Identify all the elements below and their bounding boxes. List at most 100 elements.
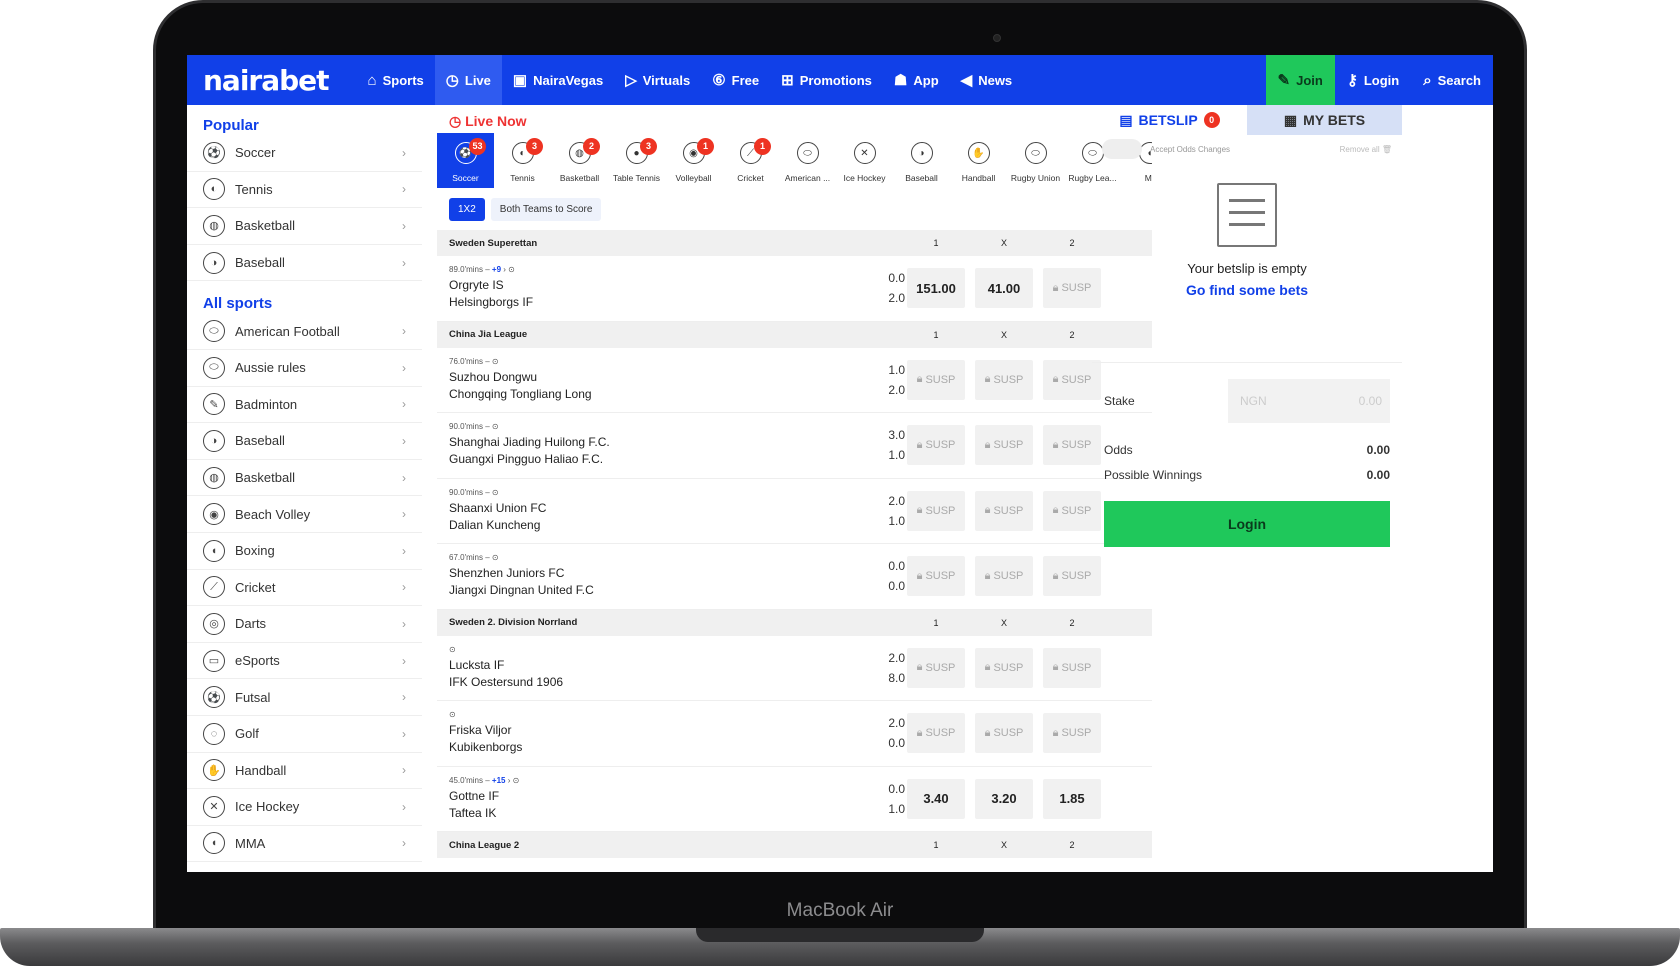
handicap-line: 0.0 bbox=[888, 579, 905, 593]
tab-betslip[interactable]: ▤ BETSLIP 0 bbox=[1092, 105, 1247, 135]
sidebar-item-futsal[interactable]: ⚽ Futsal › bbox=[187, 679, 422, 716]
match-info[interactable]: 90.0'mins – ⊙ Shaanxi Union FC Dalian Kunc… bbox=[437, 488, 887, 534]
handicap-values: 2.0 1.0 bbox=[883, 491, 905, 531]
live-sport-tab[interactable]: ⚽ Soccer 53 bbox=[437, 133, 494, 188]
odds-button: 🔒︎ SUSP bbox=[975, 425, 1033, 465]
sidebar-item-mma[interactable]: ◖ MMA › bbox=[187, 826, 422, 863]
sidebar-item-badminton[interactable]: ✎ Badminton › bbox=[187, 387, 422, 424]
sidebar-item-label: Golf bbox=[235, 726, 259, 742]
winnings-label: Possible Winnings bbox=[1104, 467, 1203, 482]
remove-all-button[interactable]: Remove all 🗑 bbox=[1340, 145, 1392, 154]
sidebar-item-label: eSports bbox=[235, 653, 280, 669]
live-sport-label: Ice Hockey bbox=[843, 173, 886, 183]
match-info[interactable]: 45.0'mins – +15 › ⊙ Gottne IF Taftea IK bbox=[437, 776, 887, 822]
nairabet-logo[interactable]: nairabet bbox=[187, 64, 357, 97]
nav-icon: ◀ bbox=[960, 72, 973, 89]
nav-promotions[interactable]: ⊞ Promotions bbox=[770, 55, 883, 105]
sidebar-item-american-football[interactable]: ⬭ American Football › bbox=[187, 313, 422, 350]
sidebar-item-baseball[interactable]: ◑ Baseball › bbox=[187, 423, 422, 460]
sidebar-item-tennis[interactable]: ◐ Tennis › bbox=[187, 172, 422, 209]
search-button[interactable]: ⌕ Search bbox=[1411, 55, 1493, 105]
betslip-login-button[interactable]: Login bbox=[1104, 501, 1390, 547]
stake-input[interactable]: NGN 0.00 bbox=[1228, 379, 1390, 423]
odds-button[interactable]: 41.00 bbox=[975, 268, 1033, 308]
live-sport-tab[interactable]: ⟋ Cricket 1 bbox=[722, 133, 779, 188]
odds-button[interactable]: 3.40 bbox=[907, 778, 965, 819]
sidebar-item-beach-volley[interactable]: ◉ Beach Volley › bbox=[187, 496, 422, 533]
match-info[interactable]: 90.0'mins – ⊙ Shanghai Jiading Huilong F.… bbox=[437, 422, 887, 468]
live-sport-tab[interactable]: ◉ Volleyball 1 bbox=[665, 133, 722, 188]
nav-live[interactable]: ◷ Live bbox=[434, 55, 502, 105]
live-sport-tab[interactable]: ✋ Handball bbox=[950, 133, 1007, 188]
nav-sports[interactable]: ⌂ Sports bbox=[357, 55, 435, 105]
sidebar-item-label: Baseball bbox=[235, 255, 285, 271]
sidebar-item-label: Tennis bbox=[235, 181, 273, 197]
market-tab[interactable]: Both Teams to Score bbox=[490, 197, 602, 221]
sidebar-item-handball[interactable]: ✋ Handball › bbox=[187, 753, 422, 790]
nav-news[interactable]: ◀ News bbox=[950, 55, 1024, 105]
sidebar-item-aussie-rules[interactable]: ⬭ Aussie rules › bbox=[187, 350, 422, 387]
match-info[interactable]: 89.0'mins – +9 › ⊙ Orgryte IS Helsingborgs… bbox=[437, 265, 887, 311]
nav-label: NairaVegas bbox=[533, 72, 604, 88]
market-tab[interactable]: 1X2 bbox=[449, 197, 485, 221]
handicap-line: 1.0 bbox=[888, 448, 905, 462]
login-nav-button[interactable]: ⚷ Login bbox=[1335, 55, 1411, 105]
live-sport-tab[interactable]: ◑ Baseball bbox=[893, 133, 950, 188]
live-sport-label: Handball bbox=[961, 173, 996, 183]
more-markets-link[interactable]: +15 bbox=[492, 776, 506, 785]
sidebar-item-boxing[interactable]: ◖ Boxing › bbox=[187, 533, 422, 570]
sport-icon: ✕ bbox=[853, 142, 876, 164]
betslip-empty-text: Your betslip is empty bbox=[1187, 261, 1307, 276]
find-bets-link[interactable]: Go find some bets bbox=[1092, 282, 1402, 298]
sidebar-item-cricket[interactable]: ⟋ Cricket › bbox=[187, 570, 422, 607]
odds-button[interactable]: 151.00 bbox=[907, 268, 965, 308]
match-minute: 90.0'mins bbox=[449, 422, 483, 432]
odds-button: 🔒︎ SUSP bbox=[975, 556, 1033, 596]
live-sport-tab[interactable]: ◐ Tennis 3 bbox=[494, 133, 551, 188]
susp-label: SUSP bbox=[993, 727, 1024, 739]
chevron-right-icon: › bbox=[402, 653, 406, 668]
live-count-badge: 1 bbox=[697, 138, 714, 155]
susp-label: SUSP bbox=[1061, 373, 1092, 386]
match-info[interactable]: 76.0'mins – ⊙ Suzhou Dongwu Chongqing Tong… bbox=[437, 357, 887, 403]
match-info[interactable]: ⊙ Lucksta IF IFK Oestersund 1906 bbox=[437, 645, 887, 691]
stats-icon: ⊙ bbox=[449, 644, 456, 654]
sidebar-item-esports[interactable]: ▭ eSports › bbox=[187, 643, 422, 680]
sidebar-item-golf[interactable]: ◌ Golf › bbox=[187, 716, 422, 753]
stats-icon: ⊙ bbox=[449, 710, 456, 720]
nav-label: Promotions bbox=[799, 72, 872, 88]
sidebar-item-label: Boxing bbox=[235, 543, 275, 559]
live-sport-tab[interactable]: ◍ Basketball 2 bbox=[551, 133, 608, 188]
live-sport-tab[interactable]: ⬭ American ... bbox=[779, 133, 836, 188]
chevron-right-icon: › bbox=[402, 507, 406, 522]
sidebar-item-baseball[interactable]: ◑ Baseball › bbox=[187, 245, 422, 282]
lock-icon: 🔒︎ bbox=[916, 438, 923, 451]
live-sport-tab[interactable]: ● Table Tennis 3 bbox=[608, 133, 665, 188]
accept-odds-toggle[interactable] bbox=[1102, 139, 1142, 159]
sidebar-item-ice-hockey[interactable]: ✕ Ice Hockey › bbox=[187, 789, 422, 826]
sidebar-item-basketball[interactable]: ◍ Basketball › bbox=[187, 208, 422, 245]
sidebar-item-label: Futsal bbox=[235, 689, 271, 705]
nav-free[interactable]: ⑥ Free bbox=[701, 55, 770, 105]
live-sport-tab[interactable]: ⬭ Rugby Union bbox=[1007, 133, 1064, 188]
chevron-right-icon: › bbox=[402, 836, 406, 851]
susp-label: SUSP bbox=[925, 373, 956, 386]
sidebar-item-basketball[interactable]: ◍ Basketball › bbox=[187, 460, 422, 497]
nav-nairavegas[interactable]: ▣ NairaVegas bbox=[502, 55, 614, 105]
odds-button[interactable]: 3.20 bbox=[975, 778, 1033, 819]
handicap-values: 0.0 2.0 bbox=[883, 268, 905, 308]
match-info[interactable]: ⊙ Friska Viljor Kubikenborgs bbox=[437, 710, 887, 756]
lock-icon: 🔒︎ bbox=[984, 726, 991, 739]
join-button[interactable]: ✎ Join bbox=[1265, 55, 1335, 105]
match-info[interactable]: 67.0'mins – ⊙ Shenzhen Juniors FC Jiangxi … bbox=[437, 553, 887, 599]
nav-app[interactable]: ☗ App bbox=[883, 55, 950, 105]
live-sport-tab[interactable]: ✕ Ice Hockey bbox=[836, 133, 893, 188]
sidebar-item-label: Basketball bbox=[235, 470, 295, 486]
sidebar-item-darts[interactable]: ◎ Darts › bbox=[187, 606, 422, 643]
odds-value: 3.20 bbox=[991, 791, 1017, 806]
nav-virtuals[interactable]: ▷ Virtuals bbox=[614, 55, 701, 105]
sport-icon: ◖ bbox=[203, 539, 225, 562]
tab-my-bets[interactable]: ▦ MY BETS bbox=[1247, 105, 1402, 135]
sidebar-item-soccer[interactable]: ⚽ Soccer › bbox=[187, 135, 422, 172]
more-markets-link[interactable]: +9 bbox=[492, 265, 501, 274]
